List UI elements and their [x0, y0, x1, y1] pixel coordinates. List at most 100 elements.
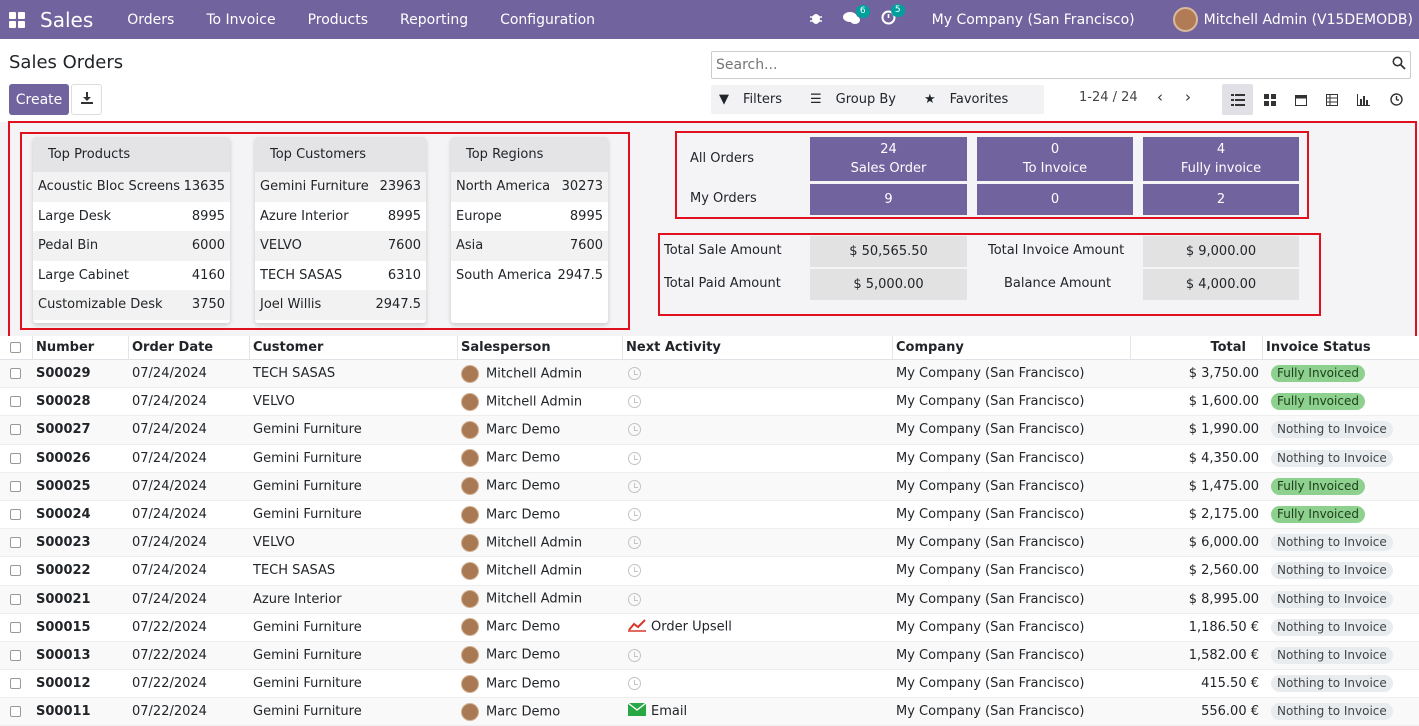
- user-menu[interactable]: Mitchell Admin (V15DEMODB): [1204, 12, 1413, 28]
- table-row[interactable]: S00024 07/24/2024 Gemini Furniture Marc Dem…: [0, 501, 1419, 530]
- search-icon[interactable]: [1392, 56, 1406, 74]
- row-checkbox[interactable]: [10, 537, 21, 549]
- export-button[interactable]: [71, 84, 102, 115]
- kanban-view-icon[interactable]: [1254, 84, 1285, 115]
- salesperson-avatar[interactable]: [461, 505, 479, 524]
- row-checkbox[interactable]: [10, 368, 21, 380]
- favorites-dropdown[interactable]: ★ Favorites: [924, 92, 1022, 107]
- clock-icon[interactable]: [628, 564, 641, 578]
- apps-menu-icon[interactable]: [9, 11, 25, 28]
- clock-icon[interactable]: [628, 451, 641, 465]
- select-all-checkbox[interactable]: [10, 342, 21, 353]
- top-products-row[interactable]: Acoustic Bloc Screens 13635: [33, 172, 230, 202]
- table-row[interactable]: S00023 07/24/2024 VELVO Mitchell Admin My Co…: [0, 529, 1419, 558]
- menu-to-invoice[interactable]: To Invoice: [206, 12, 275, 28]
- salesperson-avatar[interactable]: [461, 392, 479, 411]
- company-switcher[interactable]: My Company (San Francisco): [932, 12, 1135, 28]
- header-salesperson[interactable]: Salesperson: [458, 335, 623, 360]
- activity-summary[interactable]: Email: [651, 704, 687, 719]
- chart-line-icon[interactable]: [628, 618, 646, 636]
- row-checkbox[interactable]: [10, 706, 21, 718]
- top-customers-row[interactable]: TECH SASAS 6310: [255, 261, 426, 291]
- top-customers-row[interactable]: VELVO 7600: [255, 231, 426, 261]
- row-checkbox[interactable]: [10, 452, 21, 464]
- header-invoice-status[interactable]: Invoice Status: [1263, 336, 1419, 360]
- clock-icon[interactable]: [628, 508, 641, 522]
- header-number[interactable]: Number: [33, 335, 129, 360]
- groupby-dropdown[interactable]: ☰ Group By: [810, 92, 910, 107]
- table-row[interactable]: S00028 07/24/2024 VELVO Mitchell Admin My Co…: [0, 388, 1419, 417]
- clock-icon[interactable]: [628, 648, 641, 662]
- clock-icon[interactable]: [628, 367, 641, 381]
- top-regions-row[interactable]: Europe 8995: [451, 202, 608, 232]
- row-checkbox[interactable]: [10, 396, 21, 408]
- create-button[interactable]: Create: [9, 84, 69, 115]
- search-input[interactable]: [716, 57, 1376, 73]
- menu-orders[interactable]: Orders: [127, 12, 174, 28]
- salesperson-avatar[interactable]: [461, 702, 479, 721]
- top-customers-row[interactable]: Gemini Furniture 23963: [255, 172, 426, 202]
- menu-products[interactable]: Products: [308, 12, 368, 28]
- table-row[interactable]: S00021 07/24/2024 Azure Interior Mitchell A…: [0, 585, 1419, 614]
- messages-icon[interactable]: 6: [842, 4, 870, 29]
- salesperson-avatar[interactable]: [461, 477, 479, 496]
- all-sales-order-tile[interactable]: 24 Sales Order: [810, 137, 967, 181]
- envelope-icon[interactable]: [627, 703, 647, 720]
- all-fully-invoiced-tile[interactable]: 4 Fully invoice: [1143, 137, 1299, 181]
- clock-icon[interactable]: [628, 395, 641, 409]
- top-customers-row[interactable]: Joel Willis 2947.5: [255, 290, 426, 320]
- my-fully-invoiced-tile[interactable]: 2: [1143, 184, 1299, 215]
- all-to-invoice-tile[interactable]: 0 To Invoice: [977, 137, 1133, 181]
- top-regions-row[interactable]: North America 30273: [451, 172, 608, 202]
- list-view-icon[interactable]: [1222, 84, 1253, 115]
- activity-summary[interactable]: Order Upsell: [651, 620, 732, 635]
- clock-icon[interactable]: [628, 479, 641, 493]
- salesperson-avatar[interactable]: [461, 618, 479, 637]
- table-row[interactable]: S00015 07/22/2024 Gemini Furniture Marc Dem…: [0, 614, 1419, 642]
- menu-configuration[interactable]: Configuration: [500, 12, 595, 28]
- salesperson-avatar[interactable]: [461, 590, 479, 609]
- pager-next-icon[interactable]: ›: [1185, 88, 1191, 106]
- row-checkbox[interactable]: [10, 678, 21, 690]
- my-sales-order-tile[interactable]: 9: [810, 184, 967, 215]
- salesperson-avatar[interactable]: [461, 561, 479, 580]
- header-total[interactable]: Total: [1131, 335, 1263, 360]
- clock-icon[interactable]: [628, 536, 641, 550]
- table-row[interactable]: S00029 07/24/2024 TECH SASAS Mitchell Admin…: [0, 360, 1419, 389]
- table-row[interactable]: S00027 07/24/2024 Gemini Furniture Marc Dem…: [0, 416, 1419, 445]
- row-checkbox[interactable]: [10, 649, 21, 661]
- header-next-activity[interactable]: Next Activity: [623, 335, 893, 360]
- top-customers-row[interactable]: Azure Interior 8995: [255, 202, 426, 232]
- top-products-row[interactable]: Large Cabinet 4160: [33, 261, 230, 291]
- calendar-view-icon[interactable]: [1285, 84, 1316, 115]
- top-products-row[interactable]: Pedal Bin 6000: [33, 231, 230, 261]
- top-regions-row[interactable]: Asia 7600: [451, 231, 608, 261]
- row-checkbox[interactable]: [10, 565, 21, 577]
- top-products-row[interactable]: Large Desk 8995: [33, 202, 230, 232]
- pager-previous-icon[interactable]: ‹: [1157, 88, 1163, 106]
- table-row[interactable]: S00025 07/24/2024 Gemini Furniture Marc Dem…: [0, 472, 1419, 501]
- table-row[interactable]: S00026 07/24/2024 Gemini Furniture Marc Dem…: [0, 445, 1419, 473]
- table-row[interactable]: S00011 07/22/2024 Gemini Furniture Marc Dem…: [0, 698, 1419, 726]
- salesperson-avatar[interactable]: [461, 674, 479, 693]
- top-regions-row[interactable]: South America 2947.5: [451, 261, 608, 291]
- row-checkbox[interactable]: [10, 424, 21, 436]
- salesperson-avatar[interactable]: [461, 449, 479, 468]
- activity-view-icon[interactable]: [1381, 84, 1412, 115]
- user-avatar[interactable]: [1172, 7, 1198, 32]
- salesperson-avatar[interactable]: [461, 646, 479, 665]
- row-checkbox[interactable]: [10, 480, 21, 492]
- table-row[interactable]: S00022 07/24/2024 TECH SASAS Mitchell Admin…: [0, 557, 1419, 586]
- top-products-row[interactable]: Customizable Desk 3750: [33, 290, 230, 320]
- header-customer[interactable]: Customer: [250, 335, 458, 360]
- graph-view-icon[interactable]: [1348, 84, 1379, 115]
- app-brand[interactable]: Sales: [40, 8, 93, 32]
- clock-icon[interactable]: [628, 677, 641, 691]
- table-row[interactable]: S00013 07/22/2024 Gemini Furniture Marc Dem…: [0, 641, 1419, 671]
- row-checkbox[interactable]: [10, 593, 21, 605]
- row-checkbox[interactable]: [10, 509, 21, 521]
- filters-dropdown[interactable]: ▼ Filters: [719, 92, 796, 107]
- salesperson-avatar[interactable]: [461, 420, 479, 439]
- bug-icon[interactable]: [809, 11, 823, 29]
- clock-icon[interactable]: [628, 423, 641, 437]
